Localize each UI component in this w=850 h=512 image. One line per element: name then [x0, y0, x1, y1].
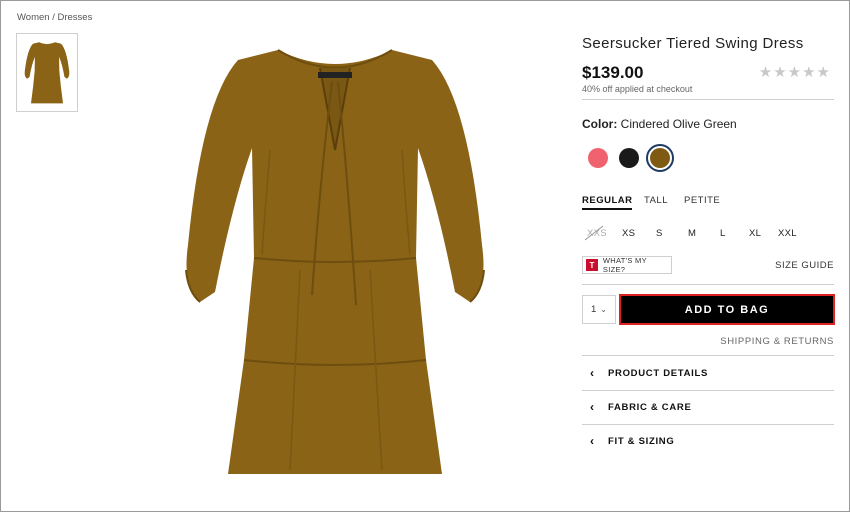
size-s[interactable]: S	[656, 228, 663, 239]
thumbnail-dress-image	[24, 41, 70, 103]
tab-tall[interactable]: TALL	[644, 195, 668, 206]
size-m[interactable]: M	[688, 228, 696, 239]
quantity-value: 1	[591, 304, 597, 315]
size-xl[interactable]: XL	[749, 228, 761, 239]
breadcrumb-dresses[interactable]: Dresses	[57, 12, 92, 23]
accordion-label: FIT & SIZING	[608, 435, 675, 447]
tab-petite[interactable]: PETITE	[684, 195, 720, 206]
size-guide-link[interactable]: SIZE GUIDE	[775, 260, 834, 271]
shipping-returns-link[interactable]: SHIPPING & RETURNS	[720, 336, 834, 347]
chevron-down-icon: ⌄	[600, 305, 607, 314]
quantity-select[interactable]: 1 ⌄	[582, 295, 616, 324]
diagonal-strike-icon	[584, 225, 604, 241]
swatch-coral[interactable]	[588, 148, 608, 168]
divider	[582, 284, 834, 285]
rating-stars-icon[interactable]: ★★★★★	[759, 63, 831, 81]
accordion-fabric-care[interactable]: ‹ FABRIC & CARE	[582, 390, 834, 424]
color-value: Cindered Olive Green	[620, 117, 737, 131]
swatch-black[interactable]	[619, 148, 639, 168]
size-xs[interactable]: XS	[622, 228, 635, 239]
whats-my-size-label: WHAT'S MY SIZE?	[602, 256, 647, 274]
tab-regular[interactable]: REGULAR	[582, 195, 633, 210]
breadcrumb: Women / Dresses	[17, 12, 92, 23]
size-xxl[interactable]: XXL	[778, 228, 797, 239]
color-label: Color: Cindered Olive Green	[582, 117, 737, 131]
accordion-label: FABRIC & CARE	[608, 401, 692, 413]
promo-text: 40% off applied at checkout	[582, 84, 693, 94]
size-l[interactable]: L	[720, 228, 726, 239]
chevron-left-icon: ‹	[590, 434, 594, 448]
accordion-label: PRODUCT DETAILS	[608, 367, 709, 379]
swatch-olive[interactable]	[650, 148, 670, 168]
main-product-image	[170, 30, 500, 492]
accordion-fit-sizing[interactable]: ‹ FIT & SIZING	[582, 424, 834, 458]
add-to-bag-button[interactable]: ADD TO BAG	[621, 296, 833, 323]
breadcrumb-women[interactable]: Women	[17, 12, 50, 23]
product-price: $139.00	[582, 63, 644, 82]
product-thumbnail[interactable]	[16, 33, 78, 112]
divider	[582, 99, 834, 100]
product-title: Seersucker Tiered Swing Dress	[582, 35, 804, 52]
chevron-left-icon: ‹	[590, 400, 594, 414]
color-label-key: Color:	[582, 117, 618, 131]
whats-my-size-button[interactable]: T WHAT'S MY SIZE?	[582, 256, 672, 274]
accordion-product-details[interactable]: ‹ PRODUCT DETAILS	[582, 356, 834, 390]
true-fit-icon: T	[586, 259, 598, 271]
chevron-left-icon: ‹	[590, 366, 594, 380]
